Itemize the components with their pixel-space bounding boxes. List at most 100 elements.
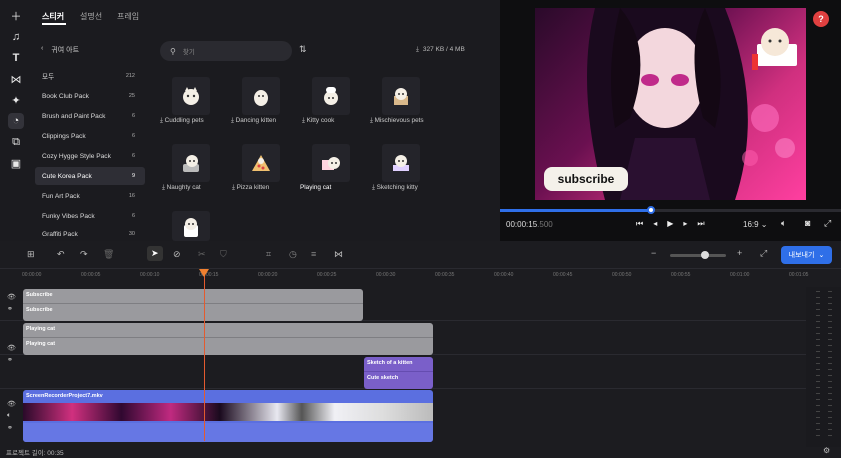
clip-video[interactable]: ScreenRecorderProject7.mkv <box>23 390 433 442</box>
pizza-cat-icon[interactable] <box>242 144 280 182</box>
category-item[interactable]: Clippings Pack 6 <box>35 127 145 145</box>
scrubber-handle[interactable] <box>647 206 655 214</box>
sketch-cat-icon[interactable] <box>382 144 420 182</box>
step-forward-icon[interactable]: ▸ <box>683 219 687 229</box>
sticker-icon[interactable]: ◔ <box>8 113 24 129</box>
media-icon[interactable]: ⧉ <box>8 134 24 150</box>
sticker-label: ⤓ Sketching kitty <box>372 184 418 191</box>
volume-icon[interactable]: 🔈︎ <box>781 218 786 229</box>
link-icon[interactable]: ⚭ <box>7 305 13 313</box>
settings-icon[interactable]: ⚙ <box>823 446 830 455</box>
skip-end-icon[interactable]: ⏭ <box>697 219 704 229</box>
transition-icon[interactable]: ⋈ <box>334 249 343 260</box>
music-icon[interactable]: ♫ <box>8 29 24 45</box>
aspect-ratio-select[interactable]: 16:9 ⌄ <box>743 220 768 229</box>
category-item[interactable]: 모두 212 <box>35 67 145 85</box>
box-cat-icon[interactable] <box>382 77 420 115</box>
zoom-out-icon[interactable]: − <box>651 248 656 258</box>
ruler-tick-label: 00:00:50 <box>612 272 632 278</box>
skip-start-icon[interactable]: ⏮ <box>636 219 643 229</box>
timeline-panel: ⊞ ↶ ↷ 🗑︎ ➤ ⊘ ✂ ⛉ ⌗ ◷ ≡ ⋈ − + ⤢ 내보내기 ⌄ 00:… <box>0 241 841 458</box>
undo-icon[interactable]: ↶ <box>57 249 65 260</box>
export-button[interactable]: 내보내기 ⌄ <box>781 246 832 264</box>
sticker-label: ⤓ Cuddling pets <box>160 117 204 124</box>
zoom-in-icon[interactable]: + <box>737 248 742 258</box>
no-snap-icon[interactable]: ⊘ <box>173 249 181 260</box>
playhead-handle[interactable] <box>199 269 209 277</box>
fit-icon[interactable]: ⤢ <box>760 248 767 259</box>
zoom-slider[interactable] <box>670 254 726 257</box>
transition-icon[interactable]: ⋈ <box>8 71 24 87</box>
visibility-icon[interactable]: 👁︎ <box>7 400 16 408</box>
category-title: 귀여 아트 <box>51 47 80 54</box>
category-item[interactable]: Cozy Hygge Style Pack 6 <box>35 147 145 165</box>
category-item[interactable]: Brush and Paint Pack 6 <box>35 107 145 125</box>
category-item[interactable]: Graffiti Pack 30 <box>35 227 145 241</box>
cat-sticker-overlay[interactable] <box>747 14 802 74</box>
search-input[interactable]: ⚲ 찾기 <box>160 41 292 61</box>
storage-info: ⤓ 327 KB / 4 MB <box>416 46 465 54</box>
cut-icon[interactable]: ✂ <box>198 249 206 260</box>
clip-subscribe[interactable]: Subscribe Subscribe <box>23 289 363 321</box>
subscribe-sticker[interactable]: subscribe <box>544 167 628 191</box>
naughty-cat-icon[interactable] <box>172 144 210 182</box>
playing-cat-icon[interactable] <box>312 144 350 182</box>
ruler-tick-label: 00:01:00 <box>730 272 750 278</box>
adjust-icon[interactable]: ≡ <box>311 249 316 259</box>
back-nav[interactable]: ‹ 귀여 아트 <box>41 45 79 55</box>
ruler-tick-label: 00:00:45 <box>553 272 573 278</box>
snapshot-icon[interactable]: ◙ <box>805 218 810 228</box>
crop-icon[interactable]: ⌗ <box>266 249 271 260</box>
select-tool-icon[interactable]: ➤ <box>147 246 163 261</box>
effects-icon[interactable]: ✦ <box>8 92 24 108</box>
step-back-icon[interactable]: ◂ <box>653 219 657 229</box>
audio-waveform <box>23 423 433 442</box>
playhead[interactable] <box>204 269 205 441</box>
sticker-panel: 스티커 설명선 프레임 ‹ 귀여 아트 ⚲ 찾기 ⇅ ⤓ 327 KB / 4 … <box>32 0 500 241</box>
filter-icon[interactable]: ▣ <box>8 155 24 171</box>
cook-cat-icon[interactable] <box>312 77 350 115</box>
add-track-icon[interactable]: ⊞ <box>27 249 35 260</box>
speed-icon[interactable]: ◷ <box>289 249 297 260</box>
visibility-icon[interactable]: 👁︎ <box>7 293 16 301</box>
link-icon[interactable]: ⚭ <box>7 356 13 364</box>
delete-icon[interactable]: 🗑︎ <box>103 249 114 260</box>
sticker-label: ⤓ Kitty cook <box>302 117 335 124</box>
redo-icon[interactable]: ↷ <box>80 249 88 260</box>
search-placeholder: 찾기 <box>182 49 195 56</box>
sticker-label: ⤓ Naughty cat <box>162 184 201 191</box>
category-item[interactable]: Book Club Pack 25 <box>35 87 145 105</box>
video-thumbnails <box>23 403 433 421</box>
text-icon[interactable]: T <box>8 50 24 66</box>
project-length: 프로젝트 길이: 00:35 <box>6 450 64 457</box>
zoom-slider-handle[interactable] <box>701 251 709 259</box>
fullscreen-icon[interactable]: ⤢ <box>824 218 831 229</box>
cup-cat-icon[interactable] <box>172 211 210 241</box>
ruler-tick-label: 00:00:25 <box>317 272 337 278</box>
help-button[interactable]: ? <box>813 11 829 27</box>
category-item-active[interactable]: Cute Korea Pack 9 <box>35 167 145 185</box>
add-icon[interactable]: ＋ <box>8 8 24 24</box>
tab-stickers[interactable]: 스티커 <box>42 11 64 22</box>
time-display: 00:00:15.500 <box>506 220 553 229</box>
clip-playing-cat[interactable]: Playing cat Playing cat <box>23 323 433 355</box>
tab-callouts[interactable]: 설명선 <box>80 11 102 22</box>
category-item[interactable]: Funky Vibes Pack 6 <box>35 207 145 225</box>
kitten-icon[interactable] <box>242 77 280 115</box>
shield-icon[interactable]: ⛉ <box>220 249 227 260</box>
play-icon[interactable]: ▶ <box>667 219 673 229</box>
link-icon[interactable]: ⚭ <box>7 424 13 432</box>
ruler-tick-label: 00:00:30 <box>376 272 396 278</box>
sticker-label: Playing cat <box>300 184 332 191</box>
visibility-icon[interactable]: 👁︎ <box>7 344 16 352</box>
audio-icon[interactable]: 🔈︎ <box>7 412 11 420</box>
ruler-tick-label: 00:00:35 <box>435 272 455 278</box>
ruler-tick-label: 00:00:00 <box>22 272 42 278</box>
clip-sketch[interactable]: Sketch of a kitten Cute sketch <box>364 357 433 389</box>
chevron-down-icon: ⌄ <box>818 252 825 259</box>
tab-frames[interactable]: 프레임 <box>117 11 139 22</box>
time-ruler[interactable]: 00:00:00 00:00:05 00:00:10 00:00:15 00:00:20… <box>22 269 808 287</box>
category-item[interactable]: Fun Art Pack 16 <box>35 187 145 205</box>
sort-icon[interactable]: ⇅ <box>299 44 307 55</box>
cat-pets-icon[interactable] <box>172 77 210 115</box>
